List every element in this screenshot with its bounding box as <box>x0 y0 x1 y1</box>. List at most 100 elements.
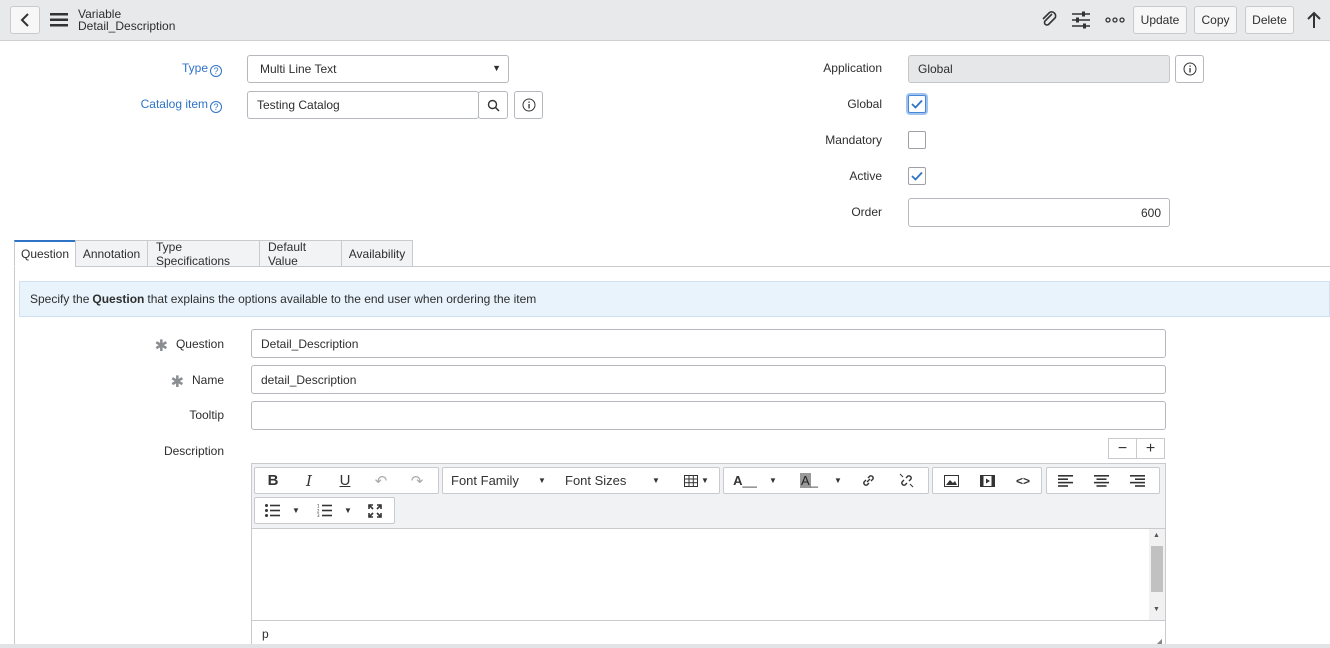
sliders-icon <box>1072 11 1090 29</box>
active-label: Active <box>849 169 882 183</box>
global-label: Global <box>847 97 882 111</box>
help-icon[interactable]: ? <box>210 101 222 113</box>
type-select[interactable]: Multi Line Text ▼ <box>247 55 509 83</box>
catalog-item-lookup-button[interactable] <box>478 91 508 119</box>
numbered-list-icon: 123 <box>317 504 332 517</box>
ellipsis-icon <box>1105 17 1125 23</box>
caret-down-icon: ▼ <box>769 476 777 485</box>
mandatory-checkbox[interactable] <box>908 131 926 149</box>
search-icon <box>487 99 500 112</box>
italic-button[interactable]: I <box>293 468 325 493</box>
caret-down-icon: ▼ <box>652 476 660 485</box>
element-path[interactable]: p <box>262 627 269 641</box>
required-icon: ✱ <box>154 338 168 355</box>
insert-image-button[interactable] <box>935 468 967 493</box>
tooltip-label: Tooltip <box>189 408 224 422</box>
caret-down-icon: ▼ <box>292 506 300 515</box>
align-left-button[interactable] <box>1049 468 1081 493</box>
application-label: Application <box>823 61 882 75</box>
remove-link-button[interactable] <box>890 468 922 493</box>
description-editor: B I U ↶ ↷ Font Family ▼ Font Sizes ▼ ▼ A… <box>251 463 1166 648</box>
image-icon <box>943 474 959 487</box>
caret-down-icon: ▼ <box>344 506 352 515</box>
application-field: Global <box>908 55 1170 83</box>
arrow-up-icon <box>1307 11 1321 28</box>
align-left-icon <box>1057 474 1073 487</box>
dropdown-arrow-icon: ▼ <box>492 63 501 73</box>
redo-button[interactable]: ↷ <box>401 468 433 493</box>
question-input[interactable]: Detail_Description <box>251 329 1166 358</box>
editor-toolbar-row-2: ▼ 123 ▼ <box>252 496 1165 528</box>
tab-annotation[interactable]: Annotation <box>75 240 148 267</box>
mandatory-label: Mandatory <box>825 133 882 147</box>
editor-scrollbar[interactable]: ▲ ▼ <box>1149 529 1165 620</box>
copy-button[interactable]: Copy <box>1194 6 1237 34</box>
back-button[interactable] <box>10 6 40 34</box>
text-color-button[interactable]: A __ <box>730 468 760 493</box>
table-icon <box>684 474 698 487</box>
menu-button[interactable] <box>48 10 70 30</box>
name-input[interactable]: detail_Description <box>251 365 1166 394</box>
align-center-button[interactable] <box>1085 468 1117 493</box>
catalog-item-input[interactable]: Testing Catalog <box>247 91 479 119</box>
description-label: Description <box>163 444 224 458</box>
caret-down-icon: ▼ <box>834 476 842 485</box>
toolbar-group-format: B I U ↶ ↷ <box>254 467 439 494</box>
type-label[interactable]: Type? <box>140 61 222 77</box>
scroll-thumb[interactable] <box>1151 546 1163 592</box>
align-right-icon <box>1129 474 1145 487</box>
global-checkbox[interactable] <box>908 95 926 113</box>
scroll-top-button[interactable] <box>1302 9 1326 31</box>
toolbar-group-font: Font Family ▼ Font Sizes ▼ ▼ <box>442 467 720 494</box>
align-right-button[interactable] <box>1121 468 1153 493</box>
active-checkbox[interactable] <box>908 167 926 185</box>
checkmark-icon <box>911 99 923 109</box>
tab-default-value[interactable]: Default Value <box>259 240 342 268</box>
font-family-dropdown[interactable]: Font Family <box>451 468 551 493</box>
editor-statusbar: p ◢ <box>252 620 1165 647</box>
delete-button[interactable]: Delete <box>1245 6 1294 34</box>
editor-content-area[interactable]: ▲ ▼ <box>252 528 1165 620</box>
fullscreen-button[interactable] <box>361 498 389 523</box>
bullet-list-button[interactable] <box>259 498 285 523</box>
editor-shrink-button[interactable]: − <box>1108 438 1137 459</box>
question-label: ✱ Question <box>154 337 224 355</box>
svg-text:3: 3 <box>317 513 320 517</box>
catalog-item-info-button[interactable] <box>514 91 543 119</box>
paperclip-icon <box>1042 11 1057 26</box>
video-icon <box>979 474 995 487</box>
toolbar-group-lists: ▼ 123 ▼ <box>254 497 395 524</box>
more-options-button[interactable] <box>1103 9 1127 31</box>
background-color-button[interactable]: A _ <box>794 468 824 493</box>
align-center-icon <box>1093 474 1109 487</box>
bold-button[interactable]: B <box>257 468 289 493</box>
order-input[interactable]: 600 <box>908 198 1170 227</box>
font-sizes-dropdown[interactable]: Font Sizes <box>565 468 665 493</box>
question-info-message: Specify the Question that explains the o… <box>19 281 1330 317</box>
editor-expand-button[interactable]: + <box>1136 438 1165 459</box>
scroll-down-arrow-icon[interactable]: ▼ <box>1153 606 1160 613</box>
catalog-item-label[interactable]: Catalog item? <box>120 97 222 113</box>
tab-availability[interactable]: Availability <box>341 240 413 267</box>
bullet-list-icon <box>264 504 280 517</box>
tab-question[interactable]: Question <box>14 240 76 267</box>
tooltip-input[interactable] <box>251 401 1166 430</box>
section-border <box>14 267 15 648</box>
source-code-button[interactable]: <> <box>1007 468 1039 493</box>
attachment-button[interactable] <box>1038 9 1060 31</box>
info-icon <box>1183 62 1196 76</box>
update-button[interactable]: Update <box>1133 6 1187 34</box>
undo-button[interactable]: ↶ <box>365 468 397 493</box>
insert-link-button[interactable] <box>852 468 884 493</box>
hamburger-icon <box>50 13 68 27</box>
table-button[interactable] <box>679 468 703 493</box>
underline-button[interactable]: U <box>329 468 361 493</box>
application-info-button[interactable] <box>1175 55 1204 83</box>
numbered-list-button[interactable]: 123 <box>311 498 337 523</box>
help-icon[interactable]: ? <box>210 65 222 77</box>
scroll-up-arrow-icon[interactable]: ▲ <box>1153 532 1160 539</box>
tab-type-specifications[interactable]: Type Specifications <box>147 240 260 268</box>
toolbar-group-align <box>1046 467 1160 494</box>
insert-video-button[interactable] <box>971 468 1003 493</box>
settings-button[interactable] <box>1070 9 1092 31</box>
